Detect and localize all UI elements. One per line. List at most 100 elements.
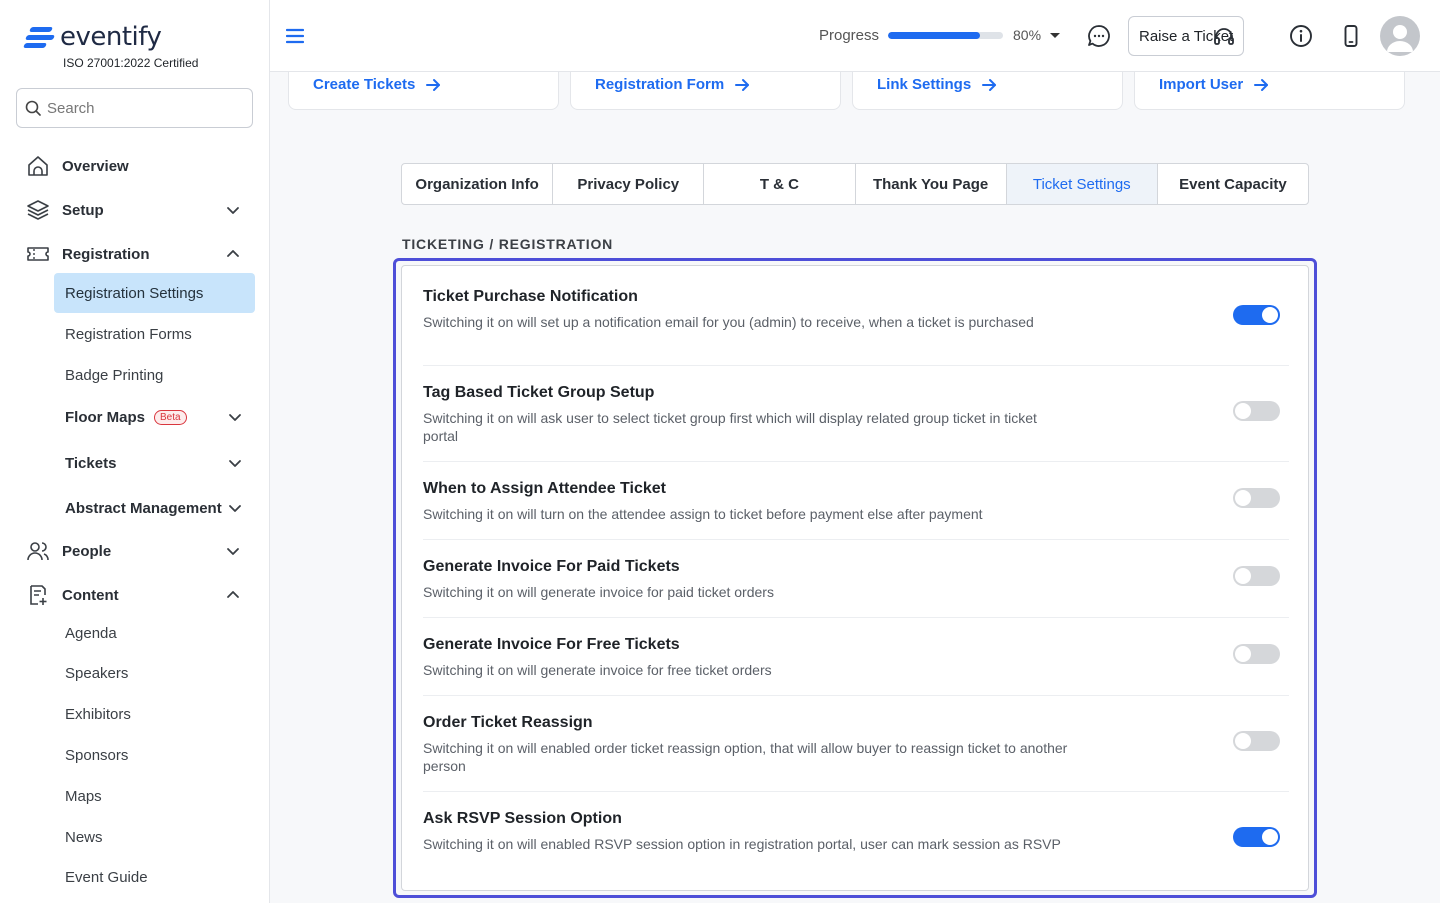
sidebar-item-news[interactable]: News	[54, 817, 255, 857]
sidebar-item-setup[interactable]: Setup	[0, 190, 270, 230]
sidebar-item-label: Tickets	[65, 454, 117, 472]
sidebar-item-registration-forms[interactable]: Registration Forms	[54, 314, 255, 354]
arrow-right-icon	[1254, 78, 1269, 91]
setting-toggle[interactable]	[1233, 305, 1280, 325]
progress-bar-fill	[888, 32, 980, 39]
chevron-down-icon	[227, 207, 239, 214]
sidebar-item-label: Exhibitors	[65, 705, 131, 723]
setting-title: Generate Invoice For Paid Tickets	[423, 558, 680, 575]
sidebar-item-abstract-management[interactable]: Abstract Management	[54, 488, 255, 528]
settings-tabs: Organization Info Privacy Policy T & C T…	[401, 163, 1309, 205]
sidebar-item-floor-maps[interactable]: Floor Maps Beta	[54, 397, 255, 437]
sidebar-item-label: People	[62, 542, 112, 560]
search-input[interactable]	[47, 99, 237, 117]
chevron-up-icon	[227, 250, 239, 257]
sidebar-item-people[interactable]: People	[0, 531, 270, 571]
tab-organization-info[interactable]: Organization Info	[402, 164, 554, 204]
menu-icon[interactable]	[286, 26, 304, 46]
setting-title: Ask RSVP Session Option	[423, 810, 622, 827]
setting-toggle[interactable]	[1233, 401, 1280, 421]
setting-row: Generate Invoice For Paid Tickets Switch…	[423, 540, 1289, 618]
setting-toggle[interactable]	[1233, 644, 1280, 664]
sidebar-item-label: Agenda	[65, 624, 117, 642]
setting-toggle[interactable]	[1233, 566, 1280, 586]
info-icon[interactable]	[1288, 23, 1314, 49]
eventify-logo-icon	[22, 24, 56, 50]
sidebar-item-exhibitors[interactable]: Exhibitors	[54, 694, 255, 734]
tab-ticket-settings[interactable]: Ticket Settings	[1006, 164, 1158, 204]
sidebar-item-badge-printing[interactable]: Badge Printing	[54, 355, 255, 395]
sidebar: eventify ISO 27001:2022 Certified Overvi…	[0, 0, 270, 903]
setting-row: Ask RSVP Session Option Switching it on …	[423, 792, 1289, 890]
tab-terms-and-conditions[interactable]: T & C	[704, 164, 856, 204]
setting-toggle[interactable]	[1233, 731, 1280, 751]
setting-title: Generate Invoice For Free Tickets	[423, 636, 680, 653]
setting-description: Switching it on will set up a notificati…	[423, 314, 1034, 330]
setting-description: Switching it on will ask user to select …	[423, 410, 1037, 444]
sidebar-item-registration-settings[interactable]: Registration Settings	[54, 273, 255, 313]
sidebar-item-label: Registration	[62, 245, 150, 263]
sidebar-item-label: News	[65, 828, 103, 846]
user-avatar[interactable]	[1380, 16, 1420, 56]
tab-privacy-policy[interactable]: Privacy Policy	[553, 164, 705, 204]
sidebar-item-overview[interactable]: Overview	[0, 146, 270, 186]
tab-thank-you-page[interactable]: Thank You Page	[856, 164, 1007, 204]
sidebar-item-event-guide[interactable]: Event Guide	[54, 857, 255, 897]
sidebar-item-maps[interactable]: Maps	[54, 776, 255, 816]
sidebar-item-label: Event Guide	[65, 868, 148, 886]
user-avatar-icon	[1387, 25, 1413, 52]
tab-event-capacity[interactable]: Event Capacity	[1158, 164, 1308, 204]
search-box[interactable]	[16, 88, 253, 128]
ticket-icon	[27, 247, 49, 261]
sidebar-item-registration[interactable]: Registration	[0, 234, 270, 274]
sidebar-item-label: Badge Printing	[65, 366, 164, 384]
registration-form-link[interactable]: Registration Form	[595, 76, 750, 93]
setting-description: Switching it on will generate invoice fo…	[423, 662, 772, 678]
mobile-device-icon[interactable]	[1338, 23, 1364, 49]
logo[interactable]: eventify	[22, 22, 162, 52]
sidebar-item-tickets[interactable]: Tickets	[54, 443, 255, 483]
sidebar-item-agenda[interactable]: Agenda	[54, 613, 255, 653]
setting-title: Tag Based Ticket Group Setup	[423, 384, 655, 401]
setting-row: Tag Based Ticket Group Setup Switching i…	[423, 366, 1289, 462]
create-tickets-link[interactable]: Create Tickets	[313, 76, 441, 93]
setting-row: Order Ticket Reassign Switching it on wi…	[423, 696, 1289, 792]
setting-row: Generate Invoice For Free Tickets Switch…	[423, 618, 1289, 696]
raise-ticket-button[interactable]: Raise a Ticket	[1128, 16, 1244, 56]
chevron-down-icon	[229, 414, 241, 421]
setting-row: When to Assign Attendee Ticket Switching…	[423, 462, 1289, 540]
sidebar-item-label: Content	[62, 586, 119, 604]
beta-badge: Beta	[154, 409, 187, 425]
toggle-knob	[1235, 733, 1251, 749]
document-add-icon	[30, 585, 47, 605]
setting-toggle[interactable]	[1233, 488, 1280, 508]
progress-label: Progress	[819, 27, 880, 44]
brand-name: eventify	[60, 22, 162, 52]
toggle-knob	[1262, 307, 1278, 323]
arrow-right-icon	[426, 78, 441, 91]
setting-title: Order Ticket Reassign	[423, 714, 593, 731]
setting-title: Ticket Purchase Notification	[423, 288, 638, 305]
setting-description: Switching it on will turn on the attende…	[423, 506, 983, 522]
sidebar-item-sponsors[interactable]: Sponsors	[54, 735, 255, 775]
toggle-knob	[1262, 829, 1278, 845]
sidebar-item-label: Maps	[65, 787, 102, 805]
arrow-right-icon	[735, 78, 750, 91]
setting-toggle[interactable]	[1233, 827, 1280, 847]
setting-description: Switching it on will enabled RSVP sessio…	[423, 836, 1061, 852]
chevron-down-icon	[229, 460, 241, 467]
import-user-link[interactable]: Import User	[1159, 76, 1269, 93]
toggle-knob	[1235, 646, 1251, 662]
progress-dropdown-caret-icon[interactable]	[1050, 33, 1060, 38]
headset-icon	[1214, 28, 1234, 45]
link-settings-link[interactable]: Link Settings	[877, 76, 997, 93]
toggle-knob	[1235, 568, 1251, 584]
sidebar-item-speakers[interactable]: Speakers	[54, 653, 255, 693]
sidebar-item-content[interactable]: Content	[0, 575, 270, 615]
chat-icon[interactable]	[1086, 23, 1112, 49]
people-icon	[27, 542, 49, 561]
section-title: TICKETING / REGISTRATION	[402, 236, 614, 252]
setting-title: When to Assign Attendee Ticket	[423, 480, 666, 497]
sidebar-item-label: Floor Maps	[65, 408, 146, 426]
chevron-down-icon	[227, 548, 239, 555]
